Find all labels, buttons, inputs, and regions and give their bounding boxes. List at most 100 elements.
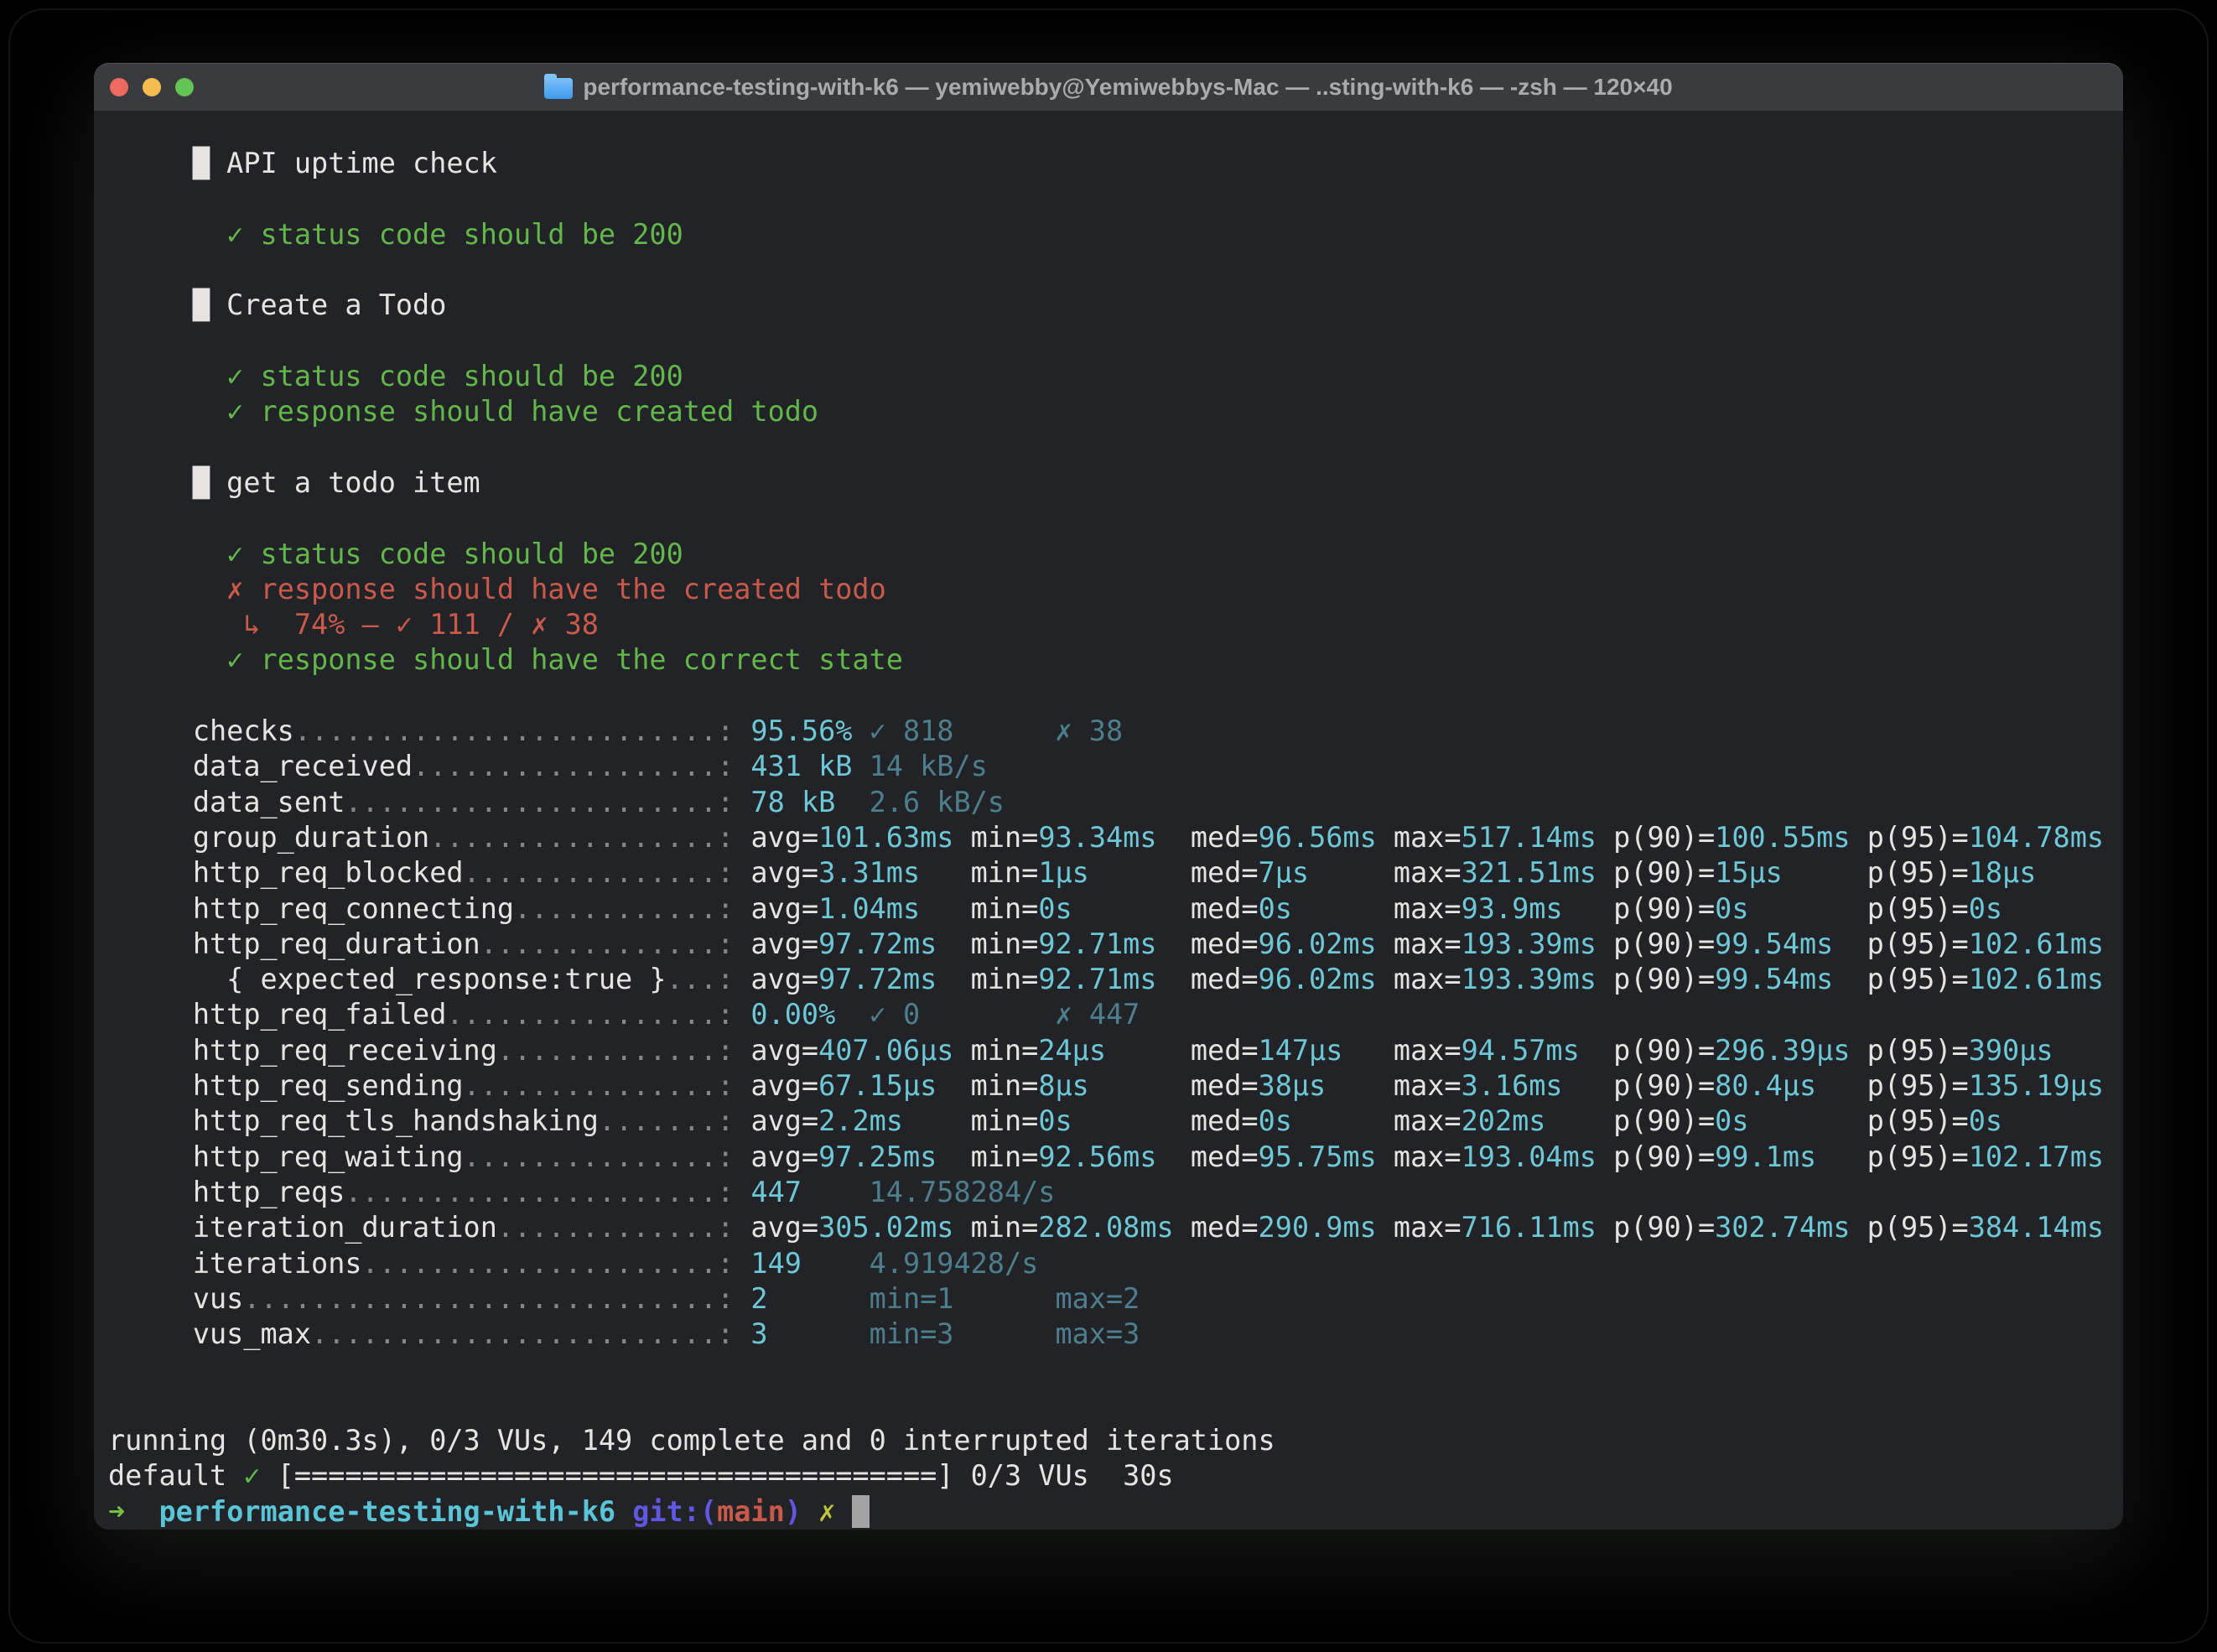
- terminal-line: http_req_failed................: 0.00% ✓…: [108, 997, 2123, 1032]
- text-segment: 0s: [1969, 892, 2002, 925]
- text-segment: performance-testing-with-k6: [159, 1495, 616, 1528]
- text-segment: p(90)=: [1613, 1140, 1715, 1173]
- text-segment: avg=: [750, 927, 818, 960]
- text-segment: min=: [971, 1104, 1039, 1137]
- text-segment: ...............:: [464, 1069, 751, 1102]
- text-segment: .................:: [429, 821, 750, 854]
- text-segment: max=: [1394, 856, 1462, 889]
- text-segment: p(90)=: [1613, 821, 1715, 854]
- text-segment: ............:: [514, 892, 750, 925]
- text-segment: 96.02ms: [1259, 963, 1394, 995]
- text-segment: avg=: [750, 856, 818, 889]
- terminal-line: [108, 252, 2123, 288]
- text-segment: 8µs: [1038, 1069, 1191, 1102]
- text-segment: vus: [108, 1282, 243, 1315]
- text-segment: p(95)=: [1867, 1140, 1969, 1173]
- text-segment: [953, 714, 1055, 747]
- text-segment: min=1: [870, 1282, 954, 1315]
- text-segment: [953, 1317, 1055, 1350]
- zoom-button[interactable]: [175, 78, 194, 96]
- text-segment: █ Create a Todo: [108, 288, 446, 321]
- text-segment: 384.14ms: [1969, 1211, 2104, 1244]
- text-segment: med=: [1191, 927, 1259, 960]
- terminal-line: [108, 182, 2123, 217]
- text-segment: ................:: [446, 998, 750, 1031]
- text-segment: p(90)=: [1613, 927, 1715, 960]
- text-segment: min=: [971, 1069, 1039, 1102]
- text-segment: 716.11ms: [1462, 1211, 1614, 1244]
- text-segment: p(95)=: [1867, 1211, 1969, 1244]
- text-segment: ✗ response should have the created todo: [226, 573, 886, 605]
- text-segment: 0s: [1038, 1104, 1191, 1137]
- text-segment: http_req_connecting: [108, 892, 514, 925]
- text-segment: 147µs: [1259, 1034, 1394, 1067]
- terminal-line: ✓ status code should be 200: [108, 217, 2123, 252]
- text-segment: 18µs: [1969, 856, 2037, 889]
- close-button[interactable]: [110, 78, 128, 96]
- text-segment: [108, 395, 226, 428]
- terminal-line: ✓ status code should be 200: [108, 537, 2123, 572]
- text-segment: 101.63ms: [818, 821, 971, 854]
- text-segment: p(90)=: [1613, 963, 1715, 995]
- text-segment: 431 kB: [750, 750, 869, 782]
- text-segment: avg=: [750, 892, 818, 925]
- text-segment: { expected_response:true }: [108, 963, 667, 995]
- text-segment: min=: [971, 1211, 1039, 1244]
- text-segment: 407.06µs: [818, 1034, 971, 1067]
- text-segment: p(95)=: [1867, 821, 1969, 854]
- text-segment: http_req_blocked: [108, 856, 464, 889]
- minimize-button[interactable]: [143, 78, 161, 96]
- text-segment: max=: [1394, 1104, 1462, 1137]
- text-segment: 7µs: [1259, 856, 1394, 889]
- text-segment: ............................:: [243, 1282, 750, 1315]
- terminal-line: running (0m30.3s), 0/3 VUs, 149 complete…: [108, 1423, 2123, 1458]
- text-segment: min=: [971, 1034, 1039, 1067]
- text-segment: ..............:: [480, 927, 751, 960]
- text-segment: 0s: [1715, 1104, 1867, 1137]
- text-segment: [108, 573, 226, 605]
- text-segment: min=: [971, 892, 1039, 925]
- text-segment: ✗ 38: [1055, 714, 1123, 747]
- text-segment: max=: [1394, 963, 1462, 995]
- text-segment: 99.1ms: [1715, 1140, 1867, 1173]
- terminal-cursor[interactable]: [852, 1495, 869, 1528]
- text-segment: 96.56ms: [1259, 821, 1394, 854]
- text-segment: avg=: [750, 1104, 818, 1137]
- text-segment: [953, 1282, 1055, 1315]
- text-segment: 94.57ms: [1462, 1034, 1614, 1067]
- text-segment: 92.71ms: [1038, 963, 1191, 995]
- text-segment: 102.17ms: [1969, 1140, 2104, 1173]
- text-segment: ......................:: [345, 786, 750, 818]
- text-segment: [615, 1495, 632, 1528]
- text-segment: http_req_receiving: [108, 1034, 497, 1067]
- text-segment: 97.25ms: [818, 1140, 971, 1173]
- text-segment: [108, 643, 226, 676]
- text-segment: http_req_failed: [108, 998, 446, 1031]
- text-segment: 15µs: [1715, 856, 1867, 889]
- text-segment: 95.56%: [750, 714, 869, 747]
- text-segment: http_req_waiting: [108, 1140, 464, 1173]
- text-segment: max=: [1394, 821, 1462, 854]
- text-segment: ✓ status code should be 200: [226, 218, 683, 251]
- terminal-screen[interactable]: █ API uptime check ✓ status code should …: [94, 111, 2123, 1530]
- text-segment: data_received: [108, 750, 413, 782]
- text-segment: ........................:: [311, 1317, 750, 1350]
- text-segment: .............:: [497, 1034, 751, 1067]
- text-segment: p(90)=: [1613, 1104, 1715, 1137]
- text-segment: 193.39ms: [1462, 927, 1614, 960]
- terminal-line: ➜ performance-testing-with-k6 git:(main)…: [108, 1494, 2123, 1530]
- text-segment: 193.39ms: [1462, 963, 1614, 995]
- text-segment: main: [717, 1495, 785, 1528]
- folder-icon: [544, 78, 573, 99]
- text-segment: med=: [1191, 821, 1259, 854]
- text-segment: 96.02ms: [1259, 927, 1394, 960]
- title-bar[interactable]: performance-testing-with-k6 — yemiwebby@…: [94, 63, 2123, 112]
- text-segment: min=3: [870, 1317, 954, 1350]
- text-segment: vus_max: [108, 1317, 311, 1350]
- terminal-line: vus_max........................: 3 min=3…: [108, 1317, 2123, 1352]
- text-segment: 0s: [1259, 892, 1394, 925]
- text-segment: 93.34ms: [1038, 821, 1191, 854]
- text-segment: ↳ 74% — ✓ 111 / ✗ 38: [243, 608, 599, 641]
- text-segment: 95.75ms: [1259, 1140, 1394, 1173]
- terminal-line: group_duration.................: avg=101…: [108, 820, 2123, 855]
